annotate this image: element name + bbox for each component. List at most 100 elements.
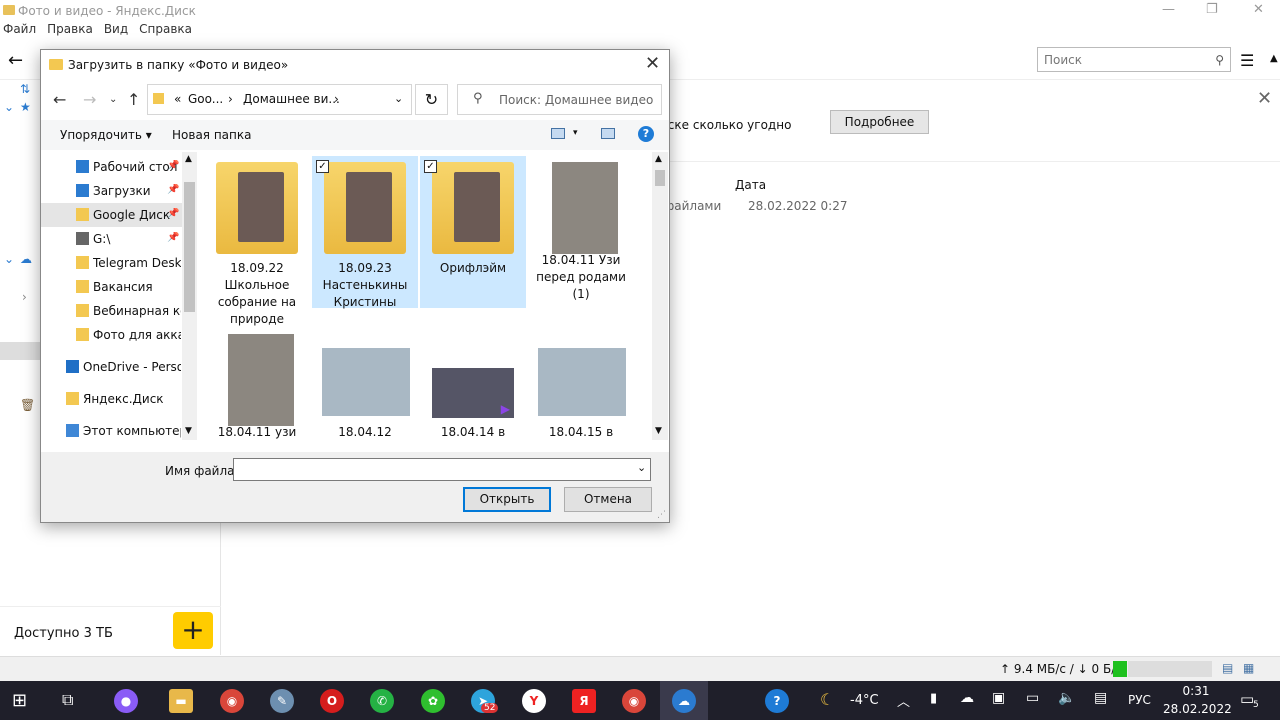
opera-icon[interactable]: O: [320, 689, 344, 713]
file-grid-scrollbar[interactable]: ▲ ▼: [652, 152, 668, 440]
filename-input[interactable]: ⌄: [233, 458, 651, 481]
onedrive-icon[interactable]: ☁: [960, 690, 974, 706]
address-segment-home-video[interactable]: Домашнее ви...: [243, 92, 340, 106]
file-tile[interactable]: 18.04.11 узи: [204, 328, 310, 440]
paint-icon[interactable]: ✎: [270, 689, 294, 713]
usb-icon[interactable]: ▮: [930, 691, 937, 706]
help-icon[interactable]: ?: [765, 689, 789, 713]
menu-view[interactable]: Вид: [104, 22, 128, 36]
tiles-view-icon[interactable]: ▦: [1243, 661, 1254, 675]
trash-icon[interactable]: 🗑: [20, 398, 35, 412]
open-button[interactable]: Открыть: [463, 487, 551, 512]
clock-date[interactable]: 28.02.2022: [1163, 702, 1232, 716]
new-folder-button[interactable]: Новая папка: [172, 128, 251, 142]
recent-dropdown-icon[interactable]: ⌄: [109, 94, 117, 105]
chrome-icon[interactable]: ◉: [220, 689, 244, 713]
menu-file[interactable]: Файл: [3, 22, 36, 36]
address-segment-google[interactable]: Goo...: [188, 92, 223, 106]
chevron-right-icon[interactable]: ›: [334, 92, 339, 106]
network-icon[interactable]: ▣: [992, 690, 1005, 706]
scroll-down-icon[interactable]: ▼: [655, 426, 662, 436]
app-search-input[interactable]: Поиск ⚲: [1037, 47, 1231, 72]
nav-item[interactable]: Фото для аккаунта: [41, 323, 196, 347]
help-icon[interactable]: ?: [638, 126, 654, 142]
refresh-button[interactable]: ↻: [415, 84, 448, 115]
nav-pane-scrollbar[interactable]: ▲ ▼: [182, 152, 197, 440]
file-tile[interactable]: ▶ 18.04.14 в: [420, 328, 526, 440]
back-arrow-icon[interactable]: ←: [53, 90, 66, 109]
menu-edit[interactable]: Правка: [47, 22, 93, 36]
nav-item[interactable]: Яндекс.Диск: [41, 387, 196, 411]
yandex-disk-icon[interactable]: ☁: [672, 689, 696, 713]
input-language[interactable]: РУС: [1128, 693, 1151, 707]
preview-pane-icon[interactable]: [601, 128, 615, 139]
chevron-down-icon[interactable]: ⌄: [4, 100, 14, 114]
battery-icon[interactable]: ▭: [1026, 690, 1039, 706]
resize-grip-icon[interactable]: ⋰: [657, 510, 666, 520]
details-view-icon[interactable]: ▤: [1222, 661, 1233, 675]
alice-icon[interactable]: ●: [114, 689, 138, 713]
chevron-right-icon[interactable]: ›: [22, 290, 27, 304]
nav-item[interactable]: Этот компьютер: [41, 419, 196, 443]
minimize-icon[interactable]: —: [1162, 2, 1175, 17]
scroll-up-icon[interactable]: ▲: [655, 154, 662, 164]
add-button[interactable]: +: [173, 612, 213, 649]
file-tile[interactable]: ✓ 18.09.23 Настенькины Кристины: [312, 156, 418, 309]
restore-icon[interactable]: ❐: [1206, 2, 1218, 17]
forward-arrow-icon[interactable]: →: [83, 90, 96, 109]
nav-item[interactable]: Вебинарная комната: [41, 299, 196, 323]
select-checkbox[interactable]: ✓: [424, 160, 437, 173]
nav-item[interactable]: Google Диск 📌: [41, 203, 196, 227]
scroll-down-icon[interactable]: ▼: [185, 426, 192, 436]
chevron-up-icon[interactable]: ︿: [897, 691, 910, 710]
nav-item[interactable]: Вакансия: [41, 275, 196, 299]
weather-moon-icon[interactable]: ☾: [820, 690, 834, 709]
file-tile[interactable]: ✓ Орифлэйм: [420, 156, 526, 308]
view-options-icon[interactable]: [551, 128, 565, 139]
chevron-down-icon[interactable]: ▾: [573, 128, 578, 138]
select-checkbox[interactable]: ✓: [316, 160, 329, 173]
file-tile[interactable]: 18.04.15 в: [528, 328, 634, 440]
close-icon[interactable]: ✕: [1257, 88, 1272, 109]
close-icon[interactable]: ✕: [645, 53, 660, 74]
back-arrow-icon[interactable]: ←: [8, 50, 23, 71]
file-tile[interactable]: 18.04.12: [312, 328, 418, 440]
nav-item[interactable]: Telegram Desktop: [41, 251, 196, 275]
address-overflow[interactable]: «: [174, 92, 181, 106]
nav-item[interactable]: G:\ 📌: [41, 227, 196, 251]
scroll-up-icon[interactable]: ▲: [185, 154, 192, 164]
promo-details-button[interactable]: Подробнее: [830, 110, 929, 134]
clock-time[interactable]: 0:31: [1180, 684, 1212, 698]
address-bar[interactable]: « Goo... › Домашнее ви... › ⌄: [147, 84, 412, 115]
scroll-thumb[interactable]: [655, 170, 665, 186]
weather-temperature[interactable]: -4°C: [850, 693, 879, 708]
chevron-down-icon[interactable]: ⌄: [637, 461, 646, 474]
file-tile[interactable]: 18.04.11 Узи перед родами (1): [528, 156, 634, 301]
keyboard-icon[interactable]: ▤: [1094, 690, 1107, 706]
up-arrow-icon[interactable]: ↑: [127, 90, 140, 109]
chrome-icon[interactable]: ◉: [622, 689, 646, 713]
nav-item[interactable]: OneDrive - Personal: [41, 355, 196, 379]
task-view-icon[interactable]: ⧉: [62, 690, 73, 710]
chevron-right-icon[interactable]: ›: [228, 92, 233, 106]
list-view-icon[interactable]: ☰: [1240, 51, 1254, 70]
nav-item[interactable]: Загрузки 📌: [41, 179, 196, 203]
chevron-down-icon[interactable]: ⌄: [4, 252, 14, 266]
scroll-up-icon[interactable]: ▲: [1270, 53, 1278, 64]
whatsapp-icon[interactable]: ✆: [370, 689, 394, 713]
chevron-down-icon[interactable]: ⌄: [394, 92, 403, 105]
scroll-thumb[interactable]: [184, 182, 195, 312]
selected-sidebar-item[interactable]: [0, 342, 40, 360]
windows-start-icon[interactable]: ⊞: [12, 690, 27, 711]
icq-icon[interactable]: ✿: [421, 689, 445, 713]
close-icon[interactable]: ✕: [1253, 2, 1264, 17]
cancel-button[interactable]: Отмена: [564, 487, 652, 512]
nav-item[interactable]: Рабочий стол 📌: [41, 155, 196, 179]
file-tile[interactable]: 18.09.22 Школьное собрание на природе: [204, 156, 310, 326]
explorer-icon[interactable]: ▬: [169, 689, 193, 713]
dialog-search-input[interactable]: ⚲ Поиск: Домашнее видео: [457, 84, 662, 115]
organize-button[interactable]: Упорядочить ▾: [60, 128, 152, 142]
volume-icon[interactable]: 🔈: [1058, 690, 1075, 706]
yandex-icon[interactable]: Я: [572, 689, 596, 713]
yandex-browser-icon[interactable]: Y: [522, 689, 546, 713]
